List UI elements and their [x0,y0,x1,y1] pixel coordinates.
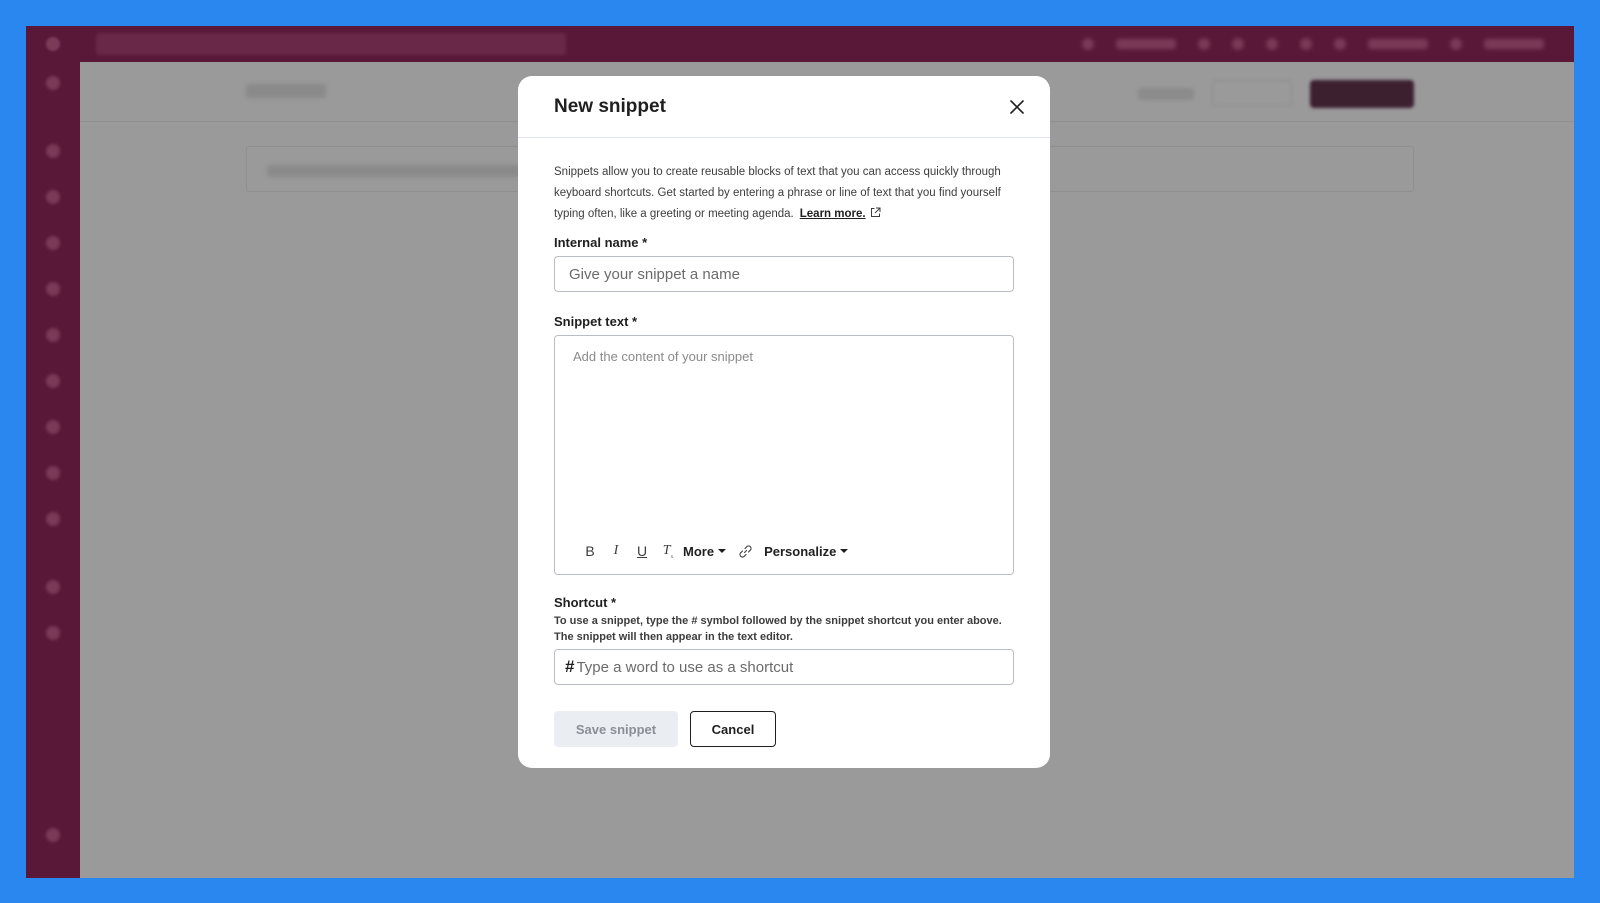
close-button[interactable] [1004,94,1030,120]
sidebar-reporting-icon [46,374,60,388]
dialog-footer-buttons: Save snippet Cancel [554,711,1014,747]
shortcut-field[interactable]: # [554,649,1014,685]
shortcut-label: Shortcut * [554,595,617,610]
editor-toolbar: B I U Tₓ More Personalize [579,540,849,562]
dialog-title: New snippet [554,96,666,117]
italic-button[interactable]: I [605,540,627,562]
top-navigation-bar [26,26,1574,62]
background-page-actions [1138,80,1414,108]
app-logo-icon [26,26,80,62]
background-primary-button [1310,80,1414,108]
shortcut-hint: To use a snippet, type the # symbol foll… [554,615,1002,643]
snippet-text-placeholder: Add the content of your snippet [573,349,753,364]
underline-button[interactable]: U [631,540,653,562]
insert-link-button[interactable] [734,540,756,562]
sidebar [26,62,80,878]
internal-name-input[interactable] [554,256,1014,292]
link-icon [739,545,752,557]
sidebar-commerce-icon [46,512,60,526]
clear-formatting-icon: T [662,543,671,558]
external-link-icon [870,207,881,217]
upgrade-link [1116,39,1176,49]
sidebar-collapse-icon [46,828,60,842]
description-text: Snippets allow you to create reusable bl… [554,166,1001,220]
sidebar-contacts-icon [46,144,60,158]
notifications-icon [1334,38,1346,50]
sidebar-sales-icon [46,236,60,250]
snippet-text-label: Snippet text * [554,314,638,329]
background-secondary-button [1212,80,1292,106]
more-dropdown[interactable]: More [683,543,727,559]
more-label: More [683,543,715,559]
global-search-input [96,33,566,55]
sidebar-service-icon [46,282,60,296]
sidebar-apps-icon [46,580,60,594]
clear-formatting-button[interactable]: Tₓ [657,540,679,562]
dialog-header: New snippet [518,76,1050,138]
help-icon [1266,38,1278,50]
hash-prefix: # [565,657,575,676]
avatar [1450,38,1462,50]
shortcut-input[interactable] [576,658,997,676]
upgrade-icon [1082,38,1094,50]
marketplace-icon [1232,38,1244,50]
background-page-title [246,84,326,98]
learn-more-link[interactable]: Learn more. [800,208,866,220]
sidebar-marketing-icon [46,190,60,204]
sidebar-tools-icon [46,626,60,640]
sidebar-automation-icon [46,328,60,342]
account-menu [1484,39,1544,49]
sidebar-bookmark-icon [46,76,60,90]
save-snippet-button[interactable]: Save snippet [554,711,678,747]
cancel-button[interactable]: Cancel [690,711,776,747]
settings-icon [1300,38,1312,50]
chevron-down-icon [840,549,849,553]
phone-icon [1198,38,1210,50]
personalize-label: Personalize [764,543,837,559]
chevron-down-icon [718,549,727,553]
snippet-description: Snippets allow you to create reusable bl… [554,162,1014,225]
dialog-body: Snippets allow you to create reusable bl… [518,138,1050,747]
sidebar-library-icon [46,466,60,480]
personalize-dropdown[interactable]: Personalize [764,543,849,559]
background-link [1138,88,1194,100]
snippet-text-editor[interactable]: Add the content of your snippet B I U Tₓ… [554,335,1014,575]
bold-button[interactable]: B [579,540,601,562]
new-snippet-dialog: New snippet Snippets allow you to create… [518,76,1050,768]
close-icon [1010,100,1024,114]
top-nav-actions [1082,38,1574,50]
sidebar-data-icon [46,420,60,434]
assistant-link [1368,39,1428,49]
internal-name-label: Internal name * [554,235,648,250]
